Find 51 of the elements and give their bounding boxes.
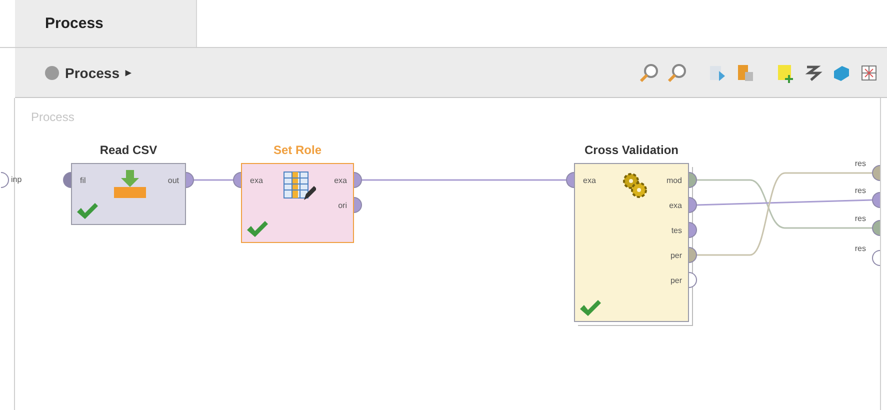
port-label: exa — [250, 176, 263, 185]
input-port[interactable] — [566, 172, 574, 188]
breadcrumb-link[interactable]: Process — [65, 64, 120, 80]
tab[interactable]: Process — [15, 0, 197, 47]
breadcrumb-arrow[interactable]: ▸ — [125, 66, 132, 79]
zoom-in-icon[interactable] — [639, 62, 659, 82]
process-input-port[interactable] — [1, 172, 9, 188]
output-port[interactable] — [354, 172, 362, 188]
gears-icon — [622, 172, 648, 198]
result-port[interactable] — [872, 192, 880, 208]
fit-grid-icon[interactable] — [859, 62, 879, 82]
port-label: per — [670, 251, 682, 260]
output-port[interactable] — [689, 197, 697, 213]
port-label: inp — [11, 175, 22, 184]
input-port[interactable] — [233, 172, 241, 188]
port-label: per — [670, 276, 682, 285]
port-label: res — [854, 214, 866, 223]
port-label: fil — [80, 176, 86, 185]
document-icon[interactable] — [735, 62, 755, 82]
operator-title: Read CSV — [100, 143, 158, 157]
output-port[interactable] — [689, 222, 697, 238]
output-port[interactable] — [689, 172, 697, 188]
port-label: exa — [334, 176, 347, 185]
port-label: tes — [671, 226, 682, 235]
connection-line — [194, 179, 233, 181]
operator-node[interactable]: fil out — [71, 163, 186, 225]
zoom-out-icon[interactable] — [667, 62, 687, 82]
result-port[interactable] — [872, 220, 880, 236]
note-icon[interactable] — [775, 62, 795, 82]
port-label: res — [854, 244, 866, 253]
port-label: ori — [338, 201, 347, 210]
operator-title: Cross Validation — [584, 143, 679, 157]
result-port[interactable] — [872, 250, 880, 266]
port-label: out — [168, 176, 179, 185]
operator-node[interactable]: exa exa ori — [241, 163, 354, 243]
port-label: exa — [583, 176, 596, 185]
download-tray-icon — [112, 170, 148, 200]
process-icon — [45, 66, 59, 80]
output-port[interactable] — [186, 172, 194, 188]
output-port[interactable] — [689, 247, 697, 263]
table-edit-icon — [282, 170, 316, 202]
output-port[interactable] — [689, 272, 697, 288]
output-port[interactable] — [354, 197, 362, 213]
port-label: mod — [666, 176, 682, 185]
result-port[interactable] — [872, 165, 880, 181]
canvas-label: Process — [31, 110, 74, 124]
operator-title: Set Role — [274, 143, 322, 157]
input-port[interactable] — [63, 172, 71, 188]
port-label: exa — [669, 201, 682, 210]
port-label: res — [854, 159, 866, 168]
port-label: res — [854, 186, 866, 195]
